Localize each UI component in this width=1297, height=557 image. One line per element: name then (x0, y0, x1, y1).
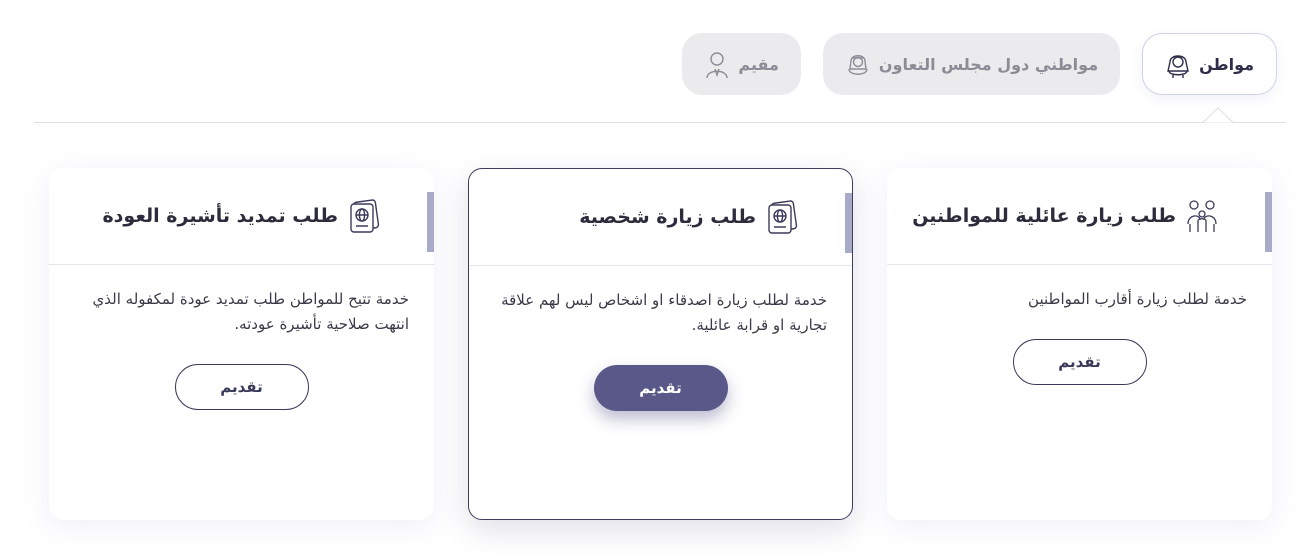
card-title: طلب تمديد تأشيرة العودة (102, 198, 382, 234)
tab-gcc-citizen[interactable]: مواطني دول مجلس التعاون (822, 33, 1121, 95)
passport-icon (764, 199, 800, 235)
passport-icon (346, 198, 382, 234)
tab-label: مواطن (1199, 54, 1254, 74)
resident-icon (704, 49, 730, 79)
service-card-return-visa-extension: طلب تمديد تأشيرة العودة خدمة تتيح للمواط… (49, 168, 434, 520)
family-icon (1184, 198, 1220, 234)
card-description: خدمة لطلب زيارة اصدقاء او اشخاص ليس لهم … (501, 291, 827, 334)
card-accent-bar (1265, 192, 1272, 252)
tab-resident[interactable]: مقيم (682, 33, 801, 95)
citizen-icon (1165, 49, 1191, 79)
card-title: طلب زيارة شخصية (579, 199, 800, 235)
service-cards: طلب زيارة عائلية للمواطنين خدمة لطلب زيا… (49, 168, 1272, 520)
card-header: طلب تمديد تأشيرة العودة (49, 168, 434, 265)
tab-citizen[interactable]: مواطن (1142, 33, 1277, 95)
card-accent-bar (427, 192, 434, 252)
gcc-citizen-icon (845, 49, 871, 79)
card-title-text: طلب تمديد تأشيرة العودة (102, 205, 338, 227)
card-header: طلب زيارة شخصية (469, 169, 852, 266)
card-header: طلب زيارة عائلية للمواطنين (887, 168, 1272, 265)
apply-button[interactable]: تقديم (593, 365, 728, 411)
tab-label: مواطني دول مجلس التعاون (878, 54, 1099, 74)
card-title-text: طلب زيارة عائلية للمواطنين (912, 205, 1176, 227)
page: مواطن مواطني دول مجلس التعاون مقيم طلب ز… (0, 0, 1297, 557)
card-title-text: طلب زيارة شخصية (579, 206, 756, 228)
card-accent-bar (845, 193, 852, 253)
active-tab-pointer (1203, 107, 1233, 123)
card-description: خدمة لطلب زيارة أقارب المواطنين (1028, 290, 1247, 308)
card-description: خدمة تتيح للمواطن طلب تمديد عودة لمكفوله… (92, 290, 409, 333)
tab-label: مقيم (738, 54, 779, 74)
service-card-family-visit: طلب زيارة عائلية للمواطنين خدمة لطلب زيا… (887, 168, 1272, 520)
apply-button[interactable]: تقديم (1012, 339, 1147, 385)
tabs-divider (34, 122, 1286, 123)
apply-button[interactable]: تقديم (174, 364, 309, 410)
visitor-type-tabs: مواطن مواطني دول مجلس التعاون مقيم (682, 33, 1277, 95)
card-title: طلب زيارة عائلية للمواطنين (912, 198, 1220, 234)
service-card-personal-visit: طلب زيارة شخصية خدمة لطلب زيارة اصدقاء ا… (468, 168, 853, 520)
